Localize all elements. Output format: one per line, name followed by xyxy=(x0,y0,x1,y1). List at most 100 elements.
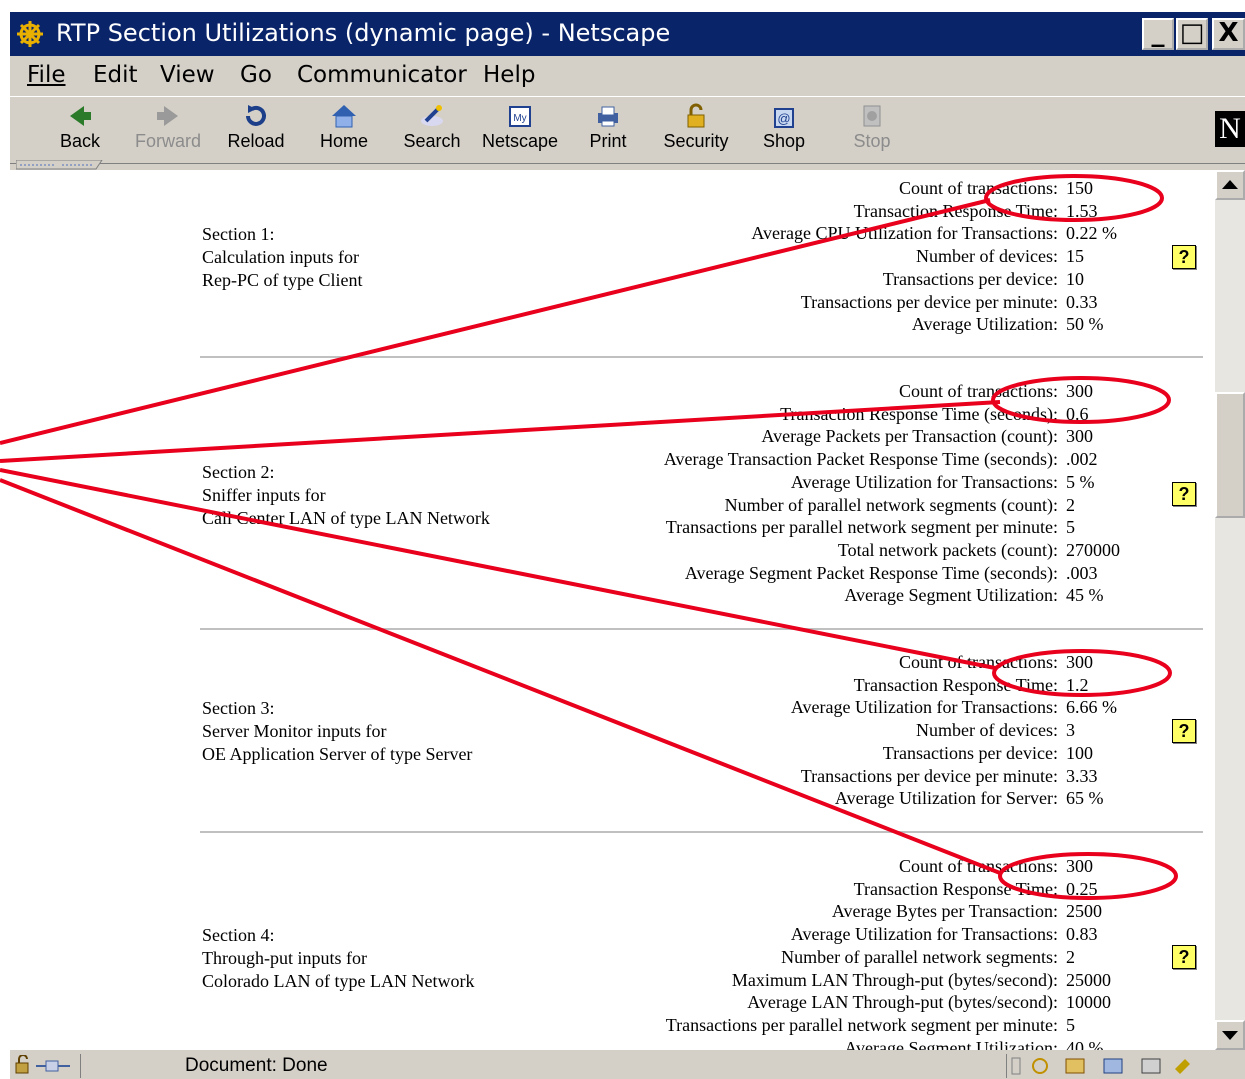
page-content: Section 1: Calculation inputs for Rep-PC o… xyxy=(10,170,1215,1050)
data-row: Average Segment Utilization: xyxy=(844,585,1058,606)
data-value: 65 % xyxy=(1066,788,1104,809)
data-row: Number of devices: xyxy=(916,246,1058,267)
data-value: 300 xyxy=(1066,652,1093,672)
stop-label: Stop xyxy=(853,131,891,151)
data-row: Average Utilization for Transactions: xyxy=(790,471,1058,492)
menu-view[interactable]: View xyxy=(160,62,215,88)
data-value: 300 xyxy=(1066,856,1093,876)
menu-communicator[interactable]: Communicator xyxy=(297,62,467,88)
data-row: Maximum LAN Through-put (bytes/second): xyxy=(731,969,1058,990)
data-value: 2500 xyxy=(1066,901,1102,922)
help-icon[interactable]: ? xyxy=(1172,482,1196,506)
stop-button[interactable]: Stop xyxy=(832,99,912,152)
data-row: Transactions per device: xyxy=(882,268,1058,289)
back-icon xyxy=(70,106,91,126)
minimize-button[interactable]: _ xyxy=(1142,18,1174,50)
component-bar-icons[interactable] xyxy=(1010,1055,1210,1077)
data-value: 0.25 xyxy=(1066,878,1098,899)
data-row: Count of transactions: xyxy=(899,178,1058,198)
reload-label: Reload xyxy=(227,131,285,151)
toolbar-grip[interactable] xyxy=(16,160,106,170)
data-value: 10000 xyxy=(1066,992,1111,1013)
data-value: 150 xyxy=(1066,178,1093,198)
help-icon[interactable]: ? xyxy=(1172,945,1196,969)
menu-edit[interactable]: Edit xyxy=(93,62,138,88)
data-row: Average Transaction Packet Response Time… xyxy=(663,449,1058,470)
my-netscape-icon: My xyxy=(509,106,531,127)
title-bar[interactable]: RTP Section Utilizations (dynamic page) … xyxy=(10,12,1245,56)
data-row: Transaction Response Time: xyxy=(853,674,1058,695)
forward-label: Forward xyxy=(134,131,201,151)
forward-button[interactable]: Forward xyxy=(128,99,208,152)
data-value: 10 xyxy=(1066,268,1084,289)
menu-file[interactable]: File xyxy=(27,62,66,88)
data-value: 5 xyxy=(1066,1014,1075,1035)
data-value: 0.22 % xyxy=(1066,223,1117,244)
netscape-wheel-icon xyxy=(17,21,43,47)
data-row: Count of transactions: xyxy=(899,652,1058,672)
data-value: 300 xyxy=(1066,426,1093,447)
shop-label: Shop xyxy=(762,131,806,151)
data-row: Average Utilization for Server: xyxy=(834,788,1058,809)
data-value: 15 xyxy=(1066,246,1084,267)
netscape-logo[interactable]: N xyxy=(1215,111,1245,147)
data-row: Average Bytes per Transaction: xyxy=(831,901,1058,922)
section-divider xyxy=(200,356,1203,359)
data-value: 1.53 xyxy=(1066,200,1098,221)
menu-bar: File Edit View Go Communicator Help xyxy=(10,56,1245,96)
lock-icon xyxy=(687,103,705,128)
status-bar: Document: Done xyxy=(10,1052,1245,1079)
close-button[interactable]: X xyxy=(1212,18,1245,50)
help-icon[interactable]: ? xyxy=(1172,719,1196,743)
print-label: Print xyxy=(589,131,627,151)
data-row: Number of parallel network segments: xyxy=(781,946,1058,967)
vertical-scrollbar[interactable] xyxy=(1215,170,1245,1050)
browser-window: RTP Section Utilizations (dynamic page) … xyxy=(10,12,1245,1079)
data-value: 25000 xyxy=(1066,969,1111,990)
back-button[interactable]: Back xyxy=(40,99,120,152)
security-button[interactable]: Security xyxy=(656,99,736,152)
status-text: Document: Done xyxy=(185,1055,328,1076)
data-value: 40 % xyxy=(1066,1037,1104,1050)
help-icon[interactable]: ? xyxy=(1172,245,1196,269)
data-value: 270000 xyxy=(1066,539,1120,560)
data-row: Average Packets per Transaction (count): xyxy=(761,426,1058,447)
print-button[interactable]: Print xyxy=(568,99,648,152)
stop-icon xyxy=(863,105,881,127)
reload-button[interactable]: Reload xyxy=(216,99,296,152)
home-icon xyxy=(332,105,356,128)
security-status-icon[interactable] xyxy=(14,1055,74,1077)
data-value: 50 % xyxy=(1066,314,1104,335)
data-row: Transaction Response Time: xyxy=(853,878,1058,899)
data-row: Average Utilization for Transactions: xyxy=(790,697,1058,718)
svg-text:@: @ xyxy=(777,111,790,126)
scroll-up-button[interactable] xyxy=(1215,170,1245,200)
data-row: Number of parallel network segments (cou… xyxy=(724,494,1058,515)
my-netscape-label: Netscape xyxy=(481,131,559,151)
data-row: Transactions per device: xyxy=(882,742,1058,763)
menu-help[interactable]: Help xyxy=(483,62,535,88)
data-row: Average CPU Utilization for Transactions… xyxy=(751,223,1058,244)
data-value: .003 xyxy=(1066,562,1098,583)
shop-button[interactable]: @ Shop xyxy=(744,99,824,152)
scroll-down-button[interactable] xyxy=(1215,1020,1245,1050)
shop-icon: @ xyxy=(774,108,794,128)
maximize-button[interactable]: □ xyxy=(1176,18,1208,50)
home-button[interactable]: Home xyxy=(304,99,384,152)
data-row: Number of devices: xyxy=(916,720,1058,741)
data-row: Transaction Response Time: xyxy=(853,200,1058,221)
data-value: 300 xyxy=(1066,381,1093,401)
scroll-thumb[interactable] xyxy=(1215,392,1245,518)
my-netscape-button[interactable]: My Netscape xyxy=(480,99,560,152)
search-button[interactable]: Search xyxy=(392,99,472,152)
data-row: Count of transactions: xyxy=(899,856,1058,876)
data-row: Average Utilization: xyxy=(911,314,1058,335)
data-row: Average LAN Through-put (bytes/second): xyxy=(747,992,1058,1013)
data-row: Transactions per device per minute: xyxy=(800,291,1058,312)
data-row: Count of transactions: xyxy=(899,381,1058,401)
window-title: RTP Section Utilizations (dynamic page) … xyxy=(56,19,671,47)
menu-go[interactable]: Go xyxy=(240,62,272,88)
reload-icon xyxy=(246,105,266,126)
data-value: 2 xyxy=(1066,494,1075,515)
search-label: Search xyxy=(403,131,461,151)
